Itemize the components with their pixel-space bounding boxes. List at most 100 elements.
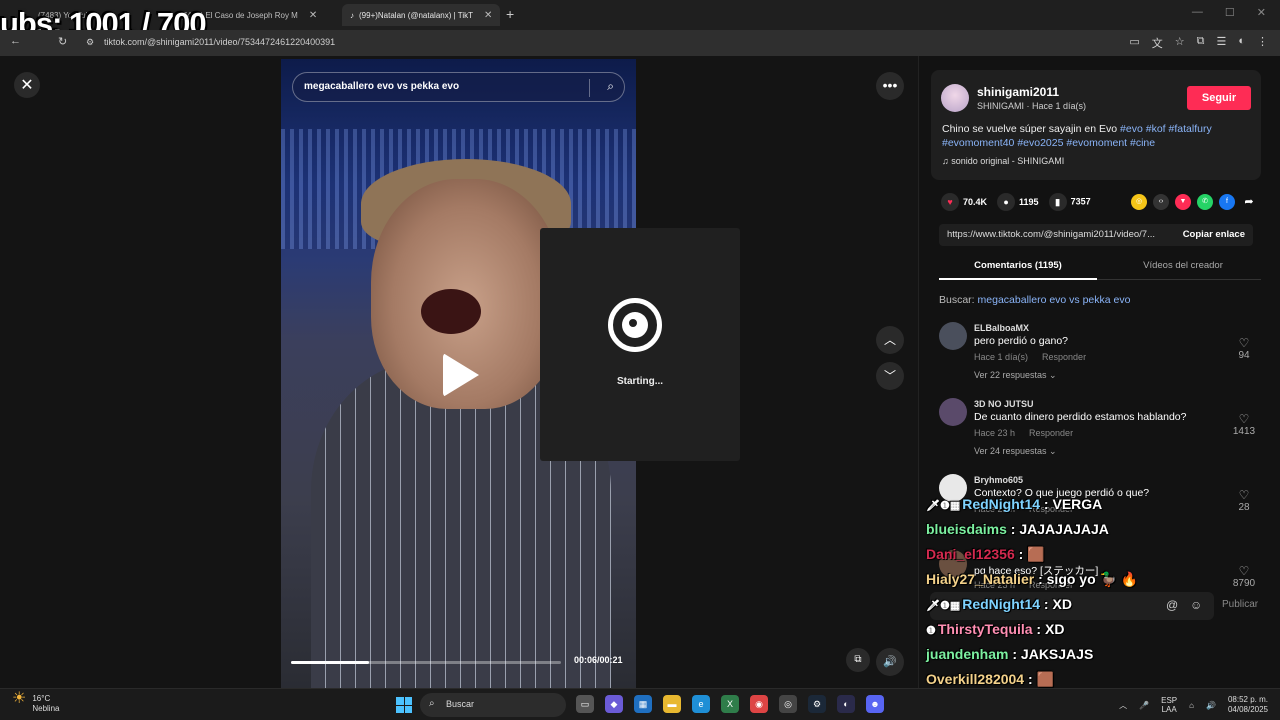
hashtag-link[interactable]: #evomoment [1066,137,1127,149]
play-icon[interactable] [443,353,479,397]
hashtag-link[interactable]: #kof [1146,123,1166,135]
facebook-icon[interactable]: f [1219,194,1235,210]
comment-user[interactable]: ELBalboaMX [974,323,1029,333]
back-icon[interactable]: ← [10,35,21,47]
chat-username: RedNight14 [962,496,1041,512]
share-link-box: https://www.tiktok.com/@shinigami2011/vi… [939,224,1253,246]
edge-icon[interactable]: e [692,695,710,713]
share-arrow-icon[interactable]: ➦ [1241,194,1257,210]
tab-tiktok[interactable]: ♪ (99+)Natalan (@natalanx) | TikT ✕ [342,4,500,26]
minimize-icon[interactable]: — [1192,6,1203,19]
close-window-icon[interactable]: ✕ [1257,6,1266,19]
tab-comments[interactable]: Comentarios (1195) [939,260,1097,280]
close-video-button[interactable]: ✕ [14,72,40,98]
comment-avatar[interactable] [939,398,967,426]
view-replies[interactable]: Ver 24 respuestas ⌄ [974,446,1057,457]
clock[interactable]: 08:52 p. m. 04/08/2025 [1228,695,1268,715]
steam-icon[interactable]: ⚙ [808,695,826,713]
video-progress-bar[interactable] [291,661,561,664]
discord-icon[interactable]: ☻ [866,695,884,713]
hashtag-link[interactable]: #fatalfury [1169,123,1212,135]
reply-button[interactable]: Responder [1029,428,1073,438]
comment-like[interactable]: ♡ 94 [1229,336,1259,361]
volume-icon[interactable]: 🔊 [1206,701,1216,710]
comment-user[interactable]: Bryhmo605 [974,475,1023,485]
video-search-bar[interactable]: megacaballero evo vs pekka evo ⌕ [292,72,625,102]
copy-link-button[interactable]: Copiar enlace [1183,229,1245,240]
author-avatar[interactable] [941,84,969,112]
chat-username: Overkill282004 [926,671,1025,687]
comment-like[interactable]: ♡ 1413 [1229,412,1259,437]
menu-icon[interactable]: ⋮ [1257,35,1268,51]
send-icon[interactable]: ▼ [1175,194,1191,210]
tray-overflow-icon[interactable]: ︿ [1119,700,1127,711]
copilot-icon[interactable]: ◆ [605,695,623,713]
stream-chat-overlay: 🗡❶▦ RedNight14 : VERGA blueisdaims : JAJAJ… [926,496,1280,720]
app-icon[interactable]: ◐ [837,695,855,713]
chat-message: 🗡❶▦ RedNight14 : XD [926,596,1280,621]
chrome-icon[interactable]: ◉ [750,695,768,713]
tab-creator-videos[interactable]: Vídeos del creador [1105,260,1261,271]
profile-icon[interactable]: ◐ [1238,35,1245,51]
search-prefix: Buscar: [939,294,975,306]
hashtag-link[interactable]: #evo2025 [1017,137,1063,149]
maximize-icon[interactable]: ☐ [1225,6,1235,19]
view-replies[interactable]: Ver 22 respuestas ⌄ [974,370,1057,381]
excel-icon[interactable]: X [721,695,739,713]
close-icon[interactable]: ✕ [309,10,317,21]
hashtag-link[interactable]: #cine [1130,137,1155,149]
coin-icon[interactable]: ◎ [1131,194,1147,210]
chat-separator: : [1040,596,1053,612]
reading-list-icon[interactable]: ☰ [1216,35,1226,51]
hashtag-link[interactable]: #evo [1120,123,1143,135]
reply-button[interactable]: Responder [1042,352,1086,362]
comment-time: Hace 23 h [974,428,1016,438]
video-search-query: megacaballero evo vs pekka evo [304,81,460,92]
language-indicator[interactable]: ESP LAA [1161,696,1177,714]
comment-user[interactable]: 3D NO JUTSU [974,399,1034,409]
chat-separator: : [1014,546,1028,562]
like-stat[interactable]: ♥ 70.4K [941,193,987,211]
loading-dialog: Starting... [540,228,740,461]
volume-button[interactable]: 🔊 [876,648,904,676]
follow-button[interactable]: Seguir [1187,86,1251,110]
cast-icon[interactable]: ▭ [1129,35,1139,51]
weather-widget[interactable]: ☀ 16°C Neblina [12,691,59,714]
site-info-icon[interactable]: ⚙ [86,37,94,48]
obs-icon[interactable]: ◎ [779,695,797,713]
comment-meta: Hace 23 h Responder [974,428,1073,438]
author-name[interactable]: shinigami2011 [977,85,1059,99]
previous-video-button[interactable]: ︿ [876,326,904,354]
share-link[interactable]: https://www.tiktok.com/@shinigami2011/vi… [947,229,1167,240]
network-icon[interactable]: ⌂ [1189,701,1194,710]
url-field[interactable]: tiktok.com/@shinigami2011/video/75344724… [104,37,335,47]
hashtag-link[interactable]: #evomoment40 [942,137,1014,149]
whatsapp-icon[interactable]: ✆ [1197,194,1213,210]
chat-text: JAJAJAJAJA [1019,521,1109,537]
more-options-button[interactable]: ••• [876,72,904,100]
file-explorer-icon[interactable]: ▬ [663,695,681,713]
comment-stat[interactable]: ● 1195 [997,193,1039,211]
sound-link[interactable]: ♫ sonido original - SHINIGAMI [942,156,1064,166]
search-icon[interactable]: ⌕ [607,79,614,94]
taskbar-search[interactable]: ⌕ Buscar [420,693,566,717]
close-icon[interactable]: ✕ [484,10,492,21]
loading-logo-icon [608,298,662,352]
bookmark-star-icon[interactable]: ☆ [1175,35,1185,51]
pip-button[interactable]: ⧉ [846,648,870,672]
store-icon[interactable]: ▦ [634,695,652,713]
save-stat[interactable]: ▮ 7357 [1048,193,1091,211]
windows-start-icon[interactable] [396,697,412,713]
task-view-icon[interactable]: ▭ [576,695,594,713]
microphone-icon[interactable]: 🎤 [1139,701,1149,710]
reload-icon[interactable]: ↻ [58,35,67,48]
comment-avatar[interactable] [939,322,967,350]
comment-item: ELBalboaMX pero perdió o gano? Hace 1 dí… [939,322,1261,392]
new-tab-button[interactable]: + [506,6,514,22]
next-video-button[interactable]: ﹀ [876,362,904,390]
search-suggestion-link[interactable]: megacaballero evo vs pekka evo [978,294,1131,306]
chat-badges-icon: 🗡❶▦ [926,500,961,512]
embed-icon[interactable]: ‹› [1153,194,1169,210]
extensions-icon[interactable]: ⧉ [1197,35,1205,51]
translate-icon[interactable]: 文 [1152,35,1163,51]
